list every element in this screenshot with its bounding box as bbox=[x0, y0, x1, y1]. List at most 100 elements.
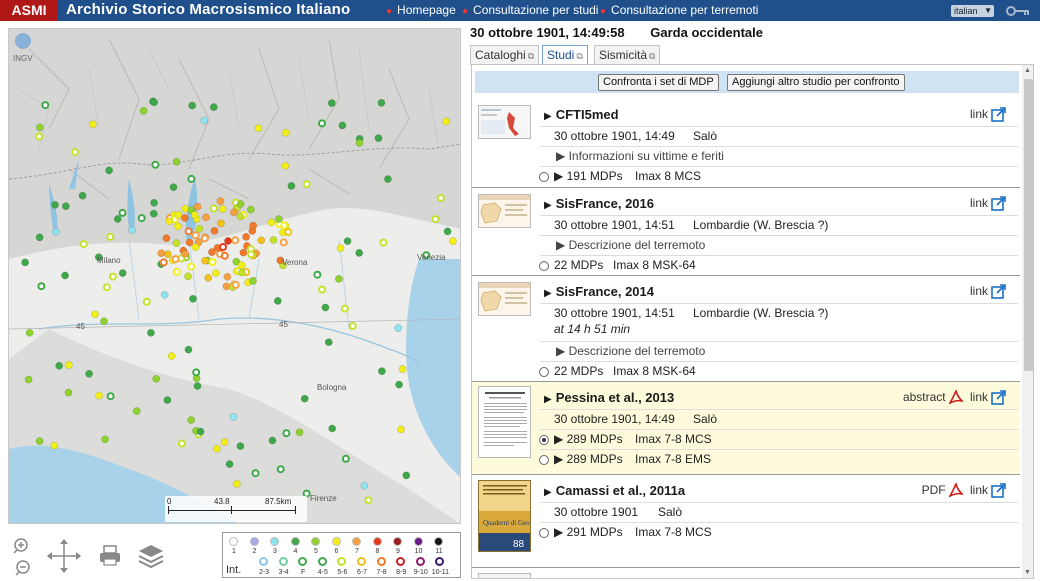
intensity-point[interactable] bbox=[113, 215, 122, 223]
intensity-point[interactable] bbox=[185, 238, 194, 247]
intensity-point[interactable] bbox=[360, 481, 369, 490]
pan-icon[interactable] bbox=[46, 538, 82, 574]
intensity-point[interactable] bbox=[231, 236, 240, 245]
intensity-point[interactable] bbox=[295, 428, 304, 437]
intensity-point[interactable] bbox=[275, 215, 283, 223]
intensity-point[interactable] bbox=[281, 161, 290, 170]
intensity-point[interactable] bbox=[249, 221, 258, 230]
intensity-point[interactable] bbox=[25, 328, 34, 337]
key-icon[interactable] bbox=[1006, 5, 1030, 17]
intensity-point[interactable] bbox=[65, 361, 73, 369]
intensity-point[interactable] bbox=[132, 407, 141, 415]
mdp-row[interactable]: ▶ 291 MDPs Imax 7-8 MCS bbox=[539, 522, 1018, 542]
intensity-point[interactable] bbox=[169, 183, 178, 192]
intensity-point[interactable] bbox=[172, 267, 181, 276]
intensity-point[interactable] bbox=[230, 208, 238, 217]
study-thumbnail[interactable]: Quaderni di Geofisica 88 bbox=[478, 480, 531, 552]
abstract-link[interactable]: abstract bbox=[903, 390, 946, 404]
intensity-point[interactable] bbox=[355, 139, 364, 147]
intensity-point[interactable] bbox=[355, 249, 364, 257]
intensity-point[interactable] bbox=[236, 200, 245, 208]
intensity-point[interactable] bbox=[174, 210, 183, 219]
intensity-point[interactable] bbox=[338, 121, 347, 130]
intensity-point[interactable] bbox=[193, 382, 202, 390]
intensity-point[interactable] bbox=[187, 262, 196, 271]
intensity-point[interactable] bbox=[436, 194, 445, 203]
study-thumbnail[interactable] bbox=[478, 386, 531, 458]
intensity-point[interactable] bbox=[190, 211, 199, 219]
intensity-point[interactable] bbox=[237, 268, 246, 277]
mdp-row[interactable]: ▶ 289 MDPs Imax 7-8 MCS bbox=[539, 429, 1018, 449]
intensity-point[interactable] bbox=[231, 280, 240, 289]
intensity-point[interactable] bbox=[397, 425, 405, 434]
intensity-point[interactable] bbox=[287, 182, 296, 190]
language-select[interactable]: italian ▼ bbox=[951, 5, 994, 17]
intensity-point[interactable] bbox=[318, 285, 327, 294]
mdp-radio[interactable] bbox=[539, 172, 549, 182]
brand-logo[interactable]: ASMI bbox=[0, 0, 58, 21]
intensity-point[interactable] bbox=[327, 99, 336, 107]
intensity-point[interactable] bbox=[209, 204, 218, 213]
intensity-point[interactable] bbox=[165, 217, 174, 226]
intensity-point[interactable] bbox=[142, 297, 151, 306]
intensity-point[interactable] bbox=[172, 157, 181, 166]
intensity-point[interactable] bbox=[160, 290, 169, 299]
intensity-point[interactable] bbox=[313, 270, 322, 279]
mdp-radio[interactable] bbox=[539, 528, 549, 538]
intensity-point[interactable] bbox=[384, 175, 392, 183]
intensity-point[interactable] bbox=[340, 304, 349, 313]
intensity-point[interactable] bbox=[118, 208, 127, 217]
intensity-point[interactable] bbox=[106, 392, 115, 401]
intensity-point[interactable] bbox=[184, 345, 193, 354]
study-title[interactable]: ▶ CFTI5med bbox=[544, 107, 619, 122]
intensity-point[interactable] bbox=[442, 117, 451, 126]
link-text[interactable]: link bbox=[970, 390, 988, 404]
intensity-point[interactable] bbox=[51, 200, 59, 209]
intensity-point[interactable] bbox=[273, 297, 282, 305]
intensity-point[interactable] bbox=[137, 214, 146, 223]
intensity-point[interactable] bbox=[224, 237, 232, 245]
intensity-point[interactable] bbox=[163, 250, 172, 259]
scrollbar-thumb[interactable] bbox=[1024, 79, 1033, 371]
print-icon[interactable] bbox=[99, 545, 121, 567]
study-thumbnail[interactable] bbox=[478, 282, 531, 316]
intensity-point[interactable] bbox=[336, 244, 345, 252]
mdp-radio[interactable] bbox=[539, 261, 549, 271]
intensity-point[interactable] bbox=[280, 221, 289, 230]
study-title[interactable]: ▶ Pessina et al., 2013 bbox=[544, 390, 674, 405]
intensity-point[interactable] bbox=[196, 427, 205, 436]
intensity-point[interactable] bbox=[200, 116, 209, 125]
tab-cataloghi[interactable]: Cataloghi ⧉ bbox=[470, 45, 540, 65]
intensity-point[interactable] bbox=[128, 226, 136, 235]
intensity-point[interactable] bbox=[100, 317, 108, 326]
intensity-point[interactable] bbox=[118, 269, 127, 277]
intensity-point[interactable] bbox=[394, 324, 403, 332]
mdp-radio[interactable] bbox=[539, 455, 549, 465]
intensity-point[interactable] bbox=[89, 120, 97, 129]
intensity-point[interactable] bbox=[147, 328, 155, 337]
intensity-point[interactable] bbox=[106, 232, 115, 241]
intensity-point[interactable] bbox=[267, 218, 276, 227]
external-link-icon[interactable] bbox=[991, 284, 1006, 300]
intensity-point[interactable] bbox=[395, 380, 403, 389]
tab-studi[interactable]: Studi ⧉ bbox=[542, 45, 588, 65]
intensity-point[interactable] bbox=[101, 435, 109, 444]
intensity-point[interactable] bbox=[55, 361, 64, 370]
intensity-point[interactable] bbox=[36, 123, 44, 132]
intensity-point[interactable] bbox=[377, 98, 386, 107]
panel-scrollbar[interactable]: ▲ ▼ bbox=[1022, 65, 1033, 578]
intensity-point[interactable] bbox=[237, 261, 246, 269]
intensity-point[interactable] bbox=[402, 471, 411, 480]
intensity-point[interactable] bbox=[341, 454, 350, 463]
tab-sismicita[interactable]: Sismicità ⧉ bbox=[594, 45, 661, 65]
intensity-point[interactable] bbox=[188, 101, 197, 110]
intensity-point[interactable] bbox=[220, 438, 229, 446]
intensity-point[interactable] bbox=[177, 439, 186, 448]
intensity-point[interactable] bbox=[254, 124, 263, 133]
intensity-point[interactable] bbox=[239, 248, 248, 257]
intensity-point[interactable] bbox=[202, 213, 210, 222]
add-study-button[interactable]: Aggiungi altro studio per confronto bbox=[727, 74, 905, 91]
intensity-point[interactable] bbox=[335, 275, 343, 283]
intensity-point[interactable] bbox=[21, 258, 29, 267]
intensity-point[interactable] bbox=[150, 198, 158, 207]
